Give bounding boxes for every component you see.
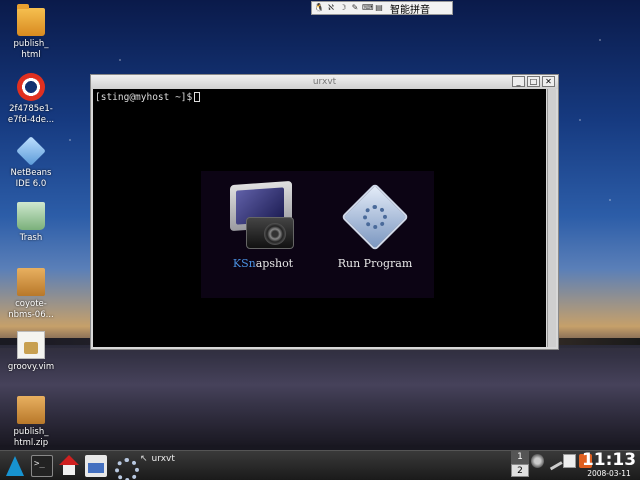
terminal-window[interactable]: urxvt _ □ ✕ [sting@myhost ~]$ KSnapshot …: [90, 74, 559, 350]
settings-icon[interactable]: [112, 455, 139, 480]
desktop-icon-netbeans[interactable]: NetBeans IDE 6.0: [4, 136, 58, 190]
run-program-icon: [341, 183, 409, 251]
tux-icon[interactable]: 🐧: [314, 3, 324, 13]
desktop-icon-groovy-vim[interactable]: groovy.vim: [4, 331, 58, 373]
desktop-icon-label: NetBeans IDE 6.0: [10, 168, 52, 189]
input-method-label: 智能拼音: [390, 4, 430, 16]
tray-clipboard-icon[interactable]: [563, 454, 576, 468]
task-icon: ↖: [140, 454, 148, 464]
task-label: urxvt: [151, 454, 175, 464]
task-item-urxvt[interactable]: ↖ urxvt: [140, 452, 175, 466]
desktop-icon-coyote[interactable]: coyote- nbms-06...: [4, 268, 58, 321]
input-method-bar[interactable]: 🐧 ℵ ☽ ✎ ⌨ ▤ 智能拼音: [311, 1, 453, 16]
ksnapshot-launcher[interactable]: KSnapshot: [213, 180, 313, 270]
folder-icon: [17, 4, 45, 36]
desktop-icon-trash[interactable]: Trash: [4, 202, 58, 244]
run-program-label: Run Program: [337, 257, 413, 270]
workspace-1[interactable]: 1: [511, 451, 529, 464]
ksnapshot-icon: [228, 180, 298, 251]
desktop-icon-publish-html-zip[interactable]: publish_ html.zip: [4, 396, 58, 449]
pen-icon[interactable]: ✎: [350, 3, 360, 13]
ksnapshot-label-highlight: KSn: [232, 257, 256, 270]
pinyin-icon[interactable]: ℵ: [326, 3, 336, 13]
arch-menu-icon[interactable]: [4, 455, 26, 477]
terminal-launcher-icon[interactable]: [31, 455, 53, 477]
workspace-pager[interactable]: 1 2: [511, 451, 529, 477]
desktop-icon-2f4785e1[interactable]: 2f4785e1- e7fd-4de...: [4, 73, 58, 126]
desktop-icon-label: coyote- nbms-06...: [8, 299, 54, 320]
window-title: urxvt: [312, 77, 337, 87]
desktop-icon-publish-html[interactable]: publish_ html: [4, 4, 58, 61]
trash-icon: [17, 202, 45, 230]
moon-icon[interactable]: ☽: [338, 3, 348, 13]
menu-icon[interactable]: ▤: [374, 3, 384, 13]
vim-file-icon: [17, 331, 45, 359]
text-cursor: [194, 92, 201, 102]
terminal-area[interactable]: [sting@myhost ~]$ KSnapshot Run Program: [93, 89, 546, 347]
desktop-icon-label: publish_ html: [13, 39, 49, 60]
home-icon[interactable]: [58, 455, 80, 477]
keyboard-icon[interactable]: ⌨: [362, 3, 374, 13]
package-icon: [17, 268, 45, 296]
workspace-2[interactable]: 2: [511, 464, 529, 477]
prompt-text: [sting@myhost ~]$: [95, 92, 193, 103]
browser-icon[interactable]: [85, 455, 107, 477]
tray-network-icon[interactable]: [544, 451, 563, 471]
archive-icon: [17, 396, 45, 424]
tray-gear-icon[interactable]: [531, 454, 544, 468]
desktop-icon-label: Trash: [19, 233, 43, 243]
desktop-icon-label: groovy.vim: [7, 362, 55, 372]
desktop-icon-label: 2f4785e1- e7fd-4de...: [7, 104, 55, 125]
launcher-overlay: KSnapshot Run Program: [201, 171, 434, 298]
ksnapshot-label: KSnapshot: [213, 257, 313, 270]
clock-date: 2008-03-11: [587, 469, 631, 478]
lifebuoy-icon: [17, 73, 45, 101]
window-titlebar[interactable]: urxvt _ □ ✕: [91, 75, 558, 89]
lake-reflection: [0, 345, 640, 445]
close-button[interactable]: ✕: [542, 76, 555, 87]
desktop-icon-label: publish_ html.zip: [13, 427, 49, 448]
ksnapshot-label-rest: apshot: [255, 257, 294, 270]
run-program-launcher[interactable]: Run Program: [325, 183, 425, 270]
shell-prompt: [sting@myhost ~]$: [95, 92, 201, 103]
maximize-button[interactable]: □: [527, 76, 540, 87]
clock[interactable]: 11:13 2008-03-11: [581, 451, 637, 478]
netbeans-icon: [16, 136, 46, 166]
minimize-button[interactable]: _: [512, 76, 525, 87]
terminal-scrollbar[interactable]: [547, 89, 556, 347]
clock-time: 11:13: [581, 450, 637, 470]
